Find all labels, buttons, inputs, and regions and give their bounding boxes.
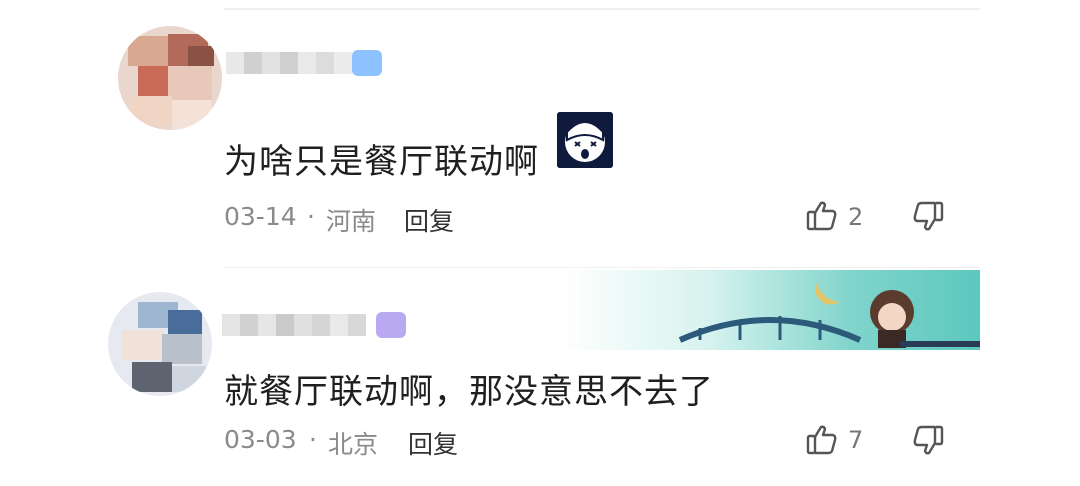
comment-text: 就餐厅联动啊，那没意思不去了 bbox=[224, 372, 714, 412]
username-blurred[interactable] bbox=[226, 52, 352, 74]
comment-location: 北京 bbox=[328, 430, 379, 459]
reply-button[interactable]: 回复 bbox=[408, 425, 458, 461]
meta-separator: · bbox=[309, 425, 317, 454]
comment-item: 为啥只是餐厅联动啊 03-14 · 河南 回复 2 bbox=[0, 0, 1080, 267]
comment-date: 03-03 bbox=[224, 425, 297, 454]
comment-item: 就餐厅联动啊，那没意思不去了 03-03 · 北京 回复 7 bbox=[0, 268, 1080, 486]
thumbs-down-icon[interactable] bbox=[911, 423, 945, 457]
comment-text: 为啥只是餐厅联动啊 bbox=[224, 142, 539, 182]
comment-date: 03-14 bbox=[224, 202, 297, 231]
avatar[interactable] bbox=[118, 26, 222, 130]
sticker-image bbox=[557, 112, 613, 168]
vip-badge bbox=[352, 50, 382, 76]
comment-location: 河南 bbox=[326, 207, 377, 236]
vip-badge bbox=[376, 312, 406, 338]
like-count: 2 bbox=[848, 203, 864, 231]
thumbs-up-icon[interactable] bbox=[805, 423, 839, 457]
username-blurred[interactable] bbox=[222, 314, 366, 336]
avatar[interactable] bbox=[108, 292, 212, 396]
like-count: 7 bbox=[848, 426, 864, 454]
thumbs-up-icon[interactable] bbox=[805, 199, 839, 233]
thumbs-down-icon[interactable] bbox=[911, 199, 945, 233]
reply-button[interactable]: 回复 bbox=[404, 202, 454, 238]
meta-separator: · bbox=[307, 202, 315, 231]
